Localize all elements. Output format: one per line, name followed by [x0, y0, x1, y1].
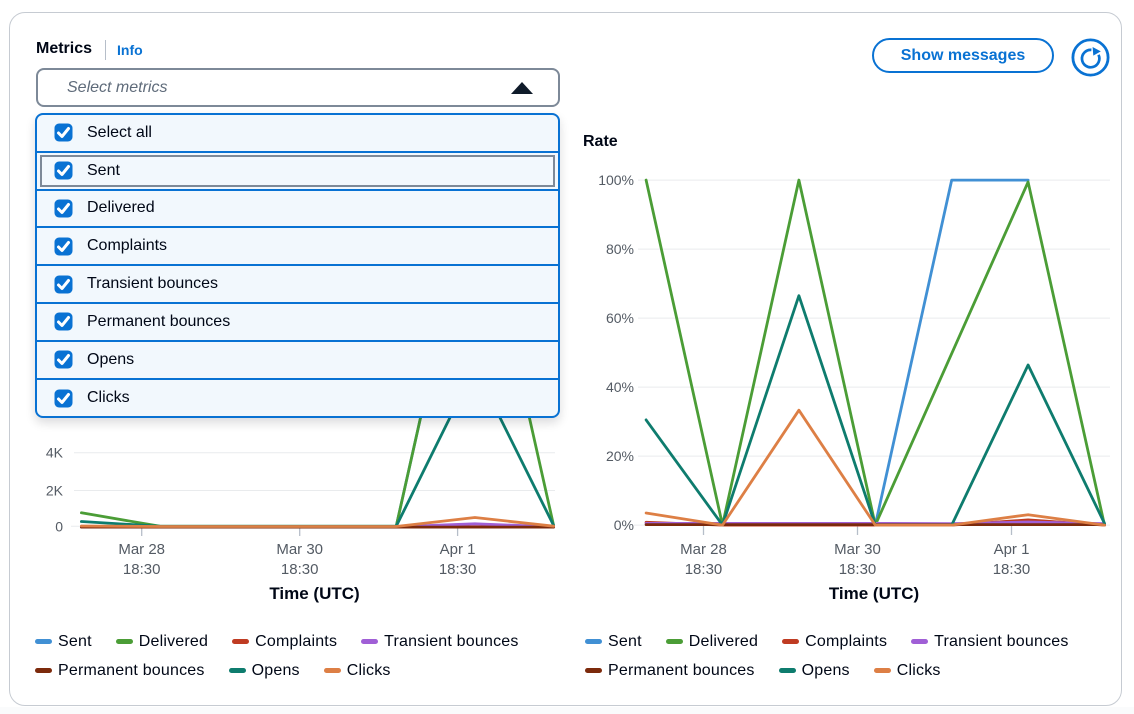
svg-text:Mar 30: Mar 30 [276, 541, 323, 558]
svg-text:100%: 100% [598, 172, 634, 188]
svg-text:0%: 0% [614, 517, 634, 533]
svg-text:Time (UTC): Time (UTC) [269, 584, 359, 603]
svg-text:40%: 40% [606, 379, 634, 395]
svg-text:Rate: Rate [583, 133, 618, 150]
svg-text:80%: 80% [606, 241, 634, 257]
svg-text:Mar 28: Mar 28 [680, 541, 727, 558]
svg-text:0: 0 [55, 518, 63, 534]
svg-text:2K: 2K [46, 483, 64, 499]
svg-text:Mar 30: Mar 30 [834, 541, 881, 558]
svg-text:18:30: 18:30 [281, 561, 319, 578]
svg-text:Apr 1: Apr 1 [994, 541, 1030, 558]
svg-text:Time (UTC): Time (UTC) [829, 584, 919, 603]
svg-text:Apr 1: Apr 1 [440, 541, 476, 558]
svg-text:18:30: 18:30 [993, 561, 1031, 578]
svg-text:60%: 60% [606, 310, 634, 326]
svg-text:18:30: 18:30 [439, 561, 477, 578]
svg-text:18:30: 18:30 [123, 561, 161, 578]
svg-text:4K: 4K [46, 445, 64, 461]
svg-text:18:30: 18:30 [685, 561, 723, 578]
svg-text:18:30: 18:30 [839, 561, 877, 578]
svg-text:20%: 20% [606, 448, 634, 464]
svg-text:Mar 28: Mar 28 [118, 541, 165, 558]
